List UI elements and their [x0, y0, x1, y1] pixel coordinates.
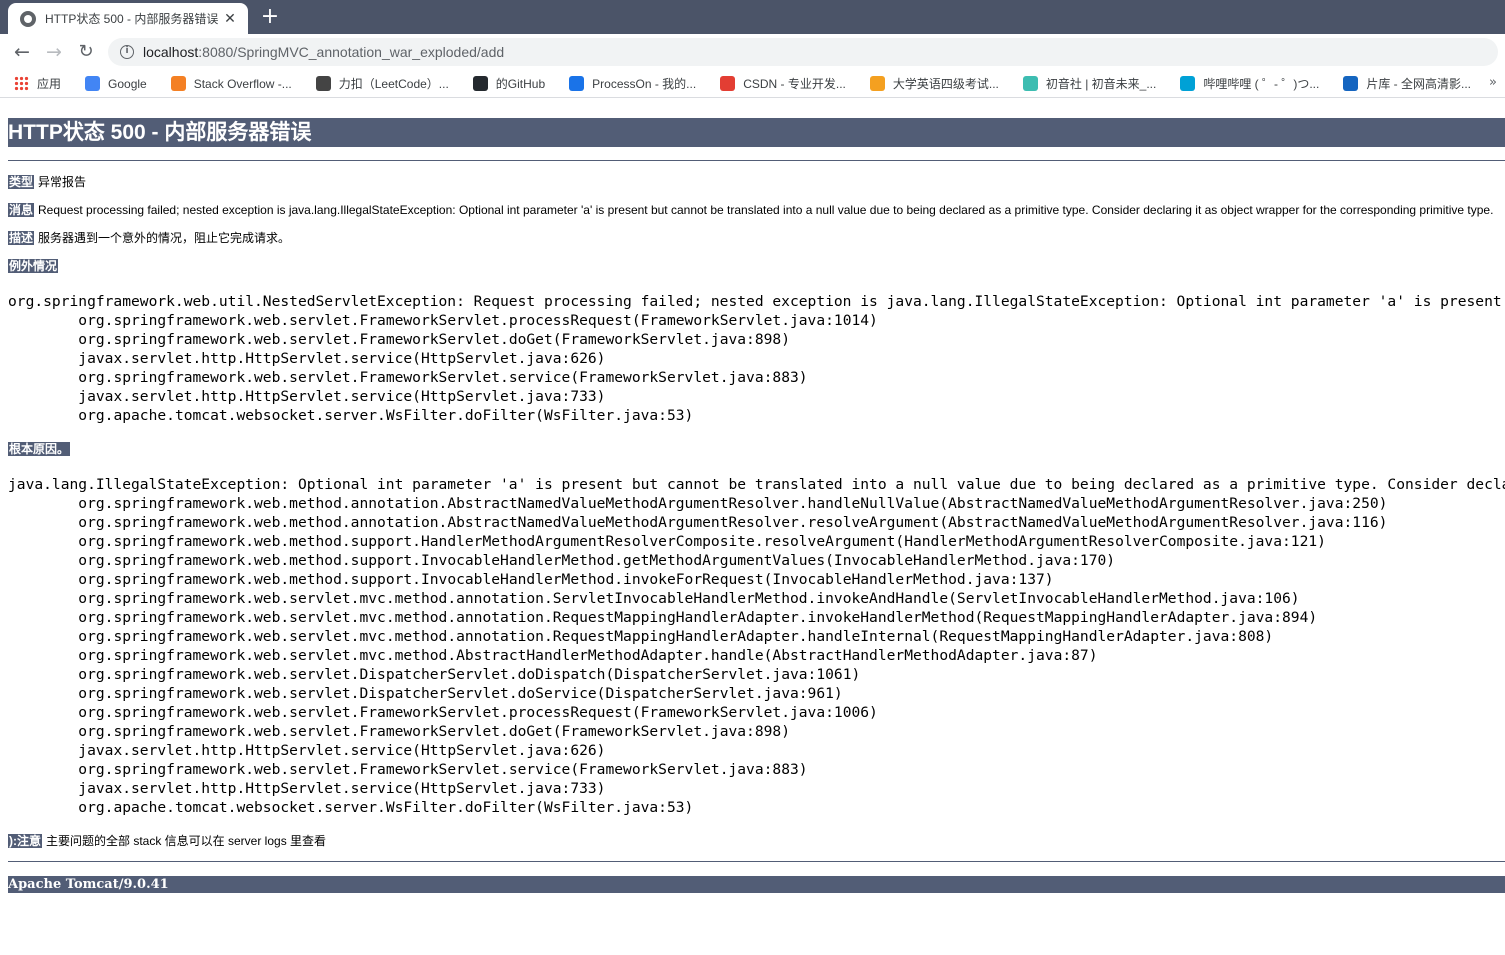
bookmark-item[interactable]: 力扣（LeetCode）...	[315, 75, 449, 92]
message-label: 消息	[8, 203, 35, 217]
globe-icon	[20, 10, 36, 27]
exception-stacktrace: org.springframework.web.util.NestedServl…	[8, 293, 1502, 424]
browser-toolbar: ← → ↻ i localhost:8080/SpringMVC_annotat…	[0, 34, 1505, 70]
bookmark-label: Google	[108, 76, 147, 91]
description-label: 描述	[8, 231, 35, 245]
tab-strip: HTTP状态 500 - 内部服务器错误 ✕ +	[0, 0, 1505, 34]
csdn-icon	[720, 76, 736, 91]
bookmark-label: 的GitHub	[495, 77, 546, 91]
type-value: 异常报告	[38, 175, 87, 189]
bookmark-label: 力扣（LeetCode）...	[338, 77, 449, 91]
back-arrow-icon[interactable]: ←	[8, 38, 36, 66]
server-footer: Apache Tomcat/9.0.41	[8, 876, 1505, 893]
root-cause-row: 根本原因。	[8, 441, 74, 457]
url-text[interactable]: localhost:8080/SpringMVC_annotation_war_…	[143, 44, 504, 60]
bookmark-item[interactable]: 片库 - 全网高清影...	[1343, 75, 1471, 92]
close-tab-icon[interactable]: ✕	[222, 11, 238, 27]
bookmark-item[interactable]: 哔哩哔哩 ( ゜- ゜)つ...	[1180, 75, 1319, 92]
cet-icon	[869, 76, 885, 91]
bookmark-label: 哔哩哔哩 ( ゜- ゜)つ...	[1203, 77, 1320, 91]
tab-title: HTTP状态 500 - 内部服务器错误	[45, 12, 219, 26]
bilibili-icon	[1180, 76, 1196, 91]
new-tab-button[interactable]: +	[258, 4, 282, 30]
description-value: 服务器遇到一个意外的情况，阻止它完成请求。	[38, 231, 291, 245]
bookmark-item[interactable]: 大学英语四级考试...	[869, 75, 999, 92]
stackoverflow-icon	[170, 76, 186, 91]
description-row: 描述 服务器遇到一个意外的情况，阻止它完成请求。	[8, 230, 290, 246]
address-bar[interactable]: i localhost:8080/SpringMVC_annotation_wa…	[108, 38, 1498, 66]
browser-tab-active[interactable]: HTTP状态 500 - 内部服务器错误 ✕	[8, 3, 248, 34]
bookmarks-bar: 应用 Google Stack Overflow -... 力扣（LeetCode）.…	[0, 70, 1505, 98]
processon-icon	[569, 76, 585, 91]
note-label: ):注意	[8, 834, 42, 848]
bookmark-item[interactable]: 的GitHub	[472, 75, 546, 92]
url-host: localhost	[143, 44, 199, 60]
chuyin-icon	[1022, 76, 1038, 91]
pianku-icon	[1343, 76, 1359, 91]
exception-row: 例外情况	[8, 258, 62, 274]
bookmark-label: Stack Overflow -...	[193, 76, 292, 91]
github-icon	[472, 76, 488, 91]
url-path: :8080/SpringMVC_annotation_war_exploded/…	[198, 44, 505, 60]
note-row: ):注意 主要问题的全部 stack 信息可以在 server logs 里查看	[8, 833, 326, 849]
bookmark-label: 片库 - 全网高清影...	[1366, 77, 1472, 91]
bookmark-label: 应用	[37, 77, 62, 91]
bookmarks-overflow-icon[interactable]: »	[1489, 75, 1497, 90]
root-cause-stacktrace: java.lang.IllegalStateException: Optiona…	[8, 476, 1505, 816]
message-value: Request processing failed; nested except…	[38, 203, 1494, 217]
bookmark-item[interactable]: Stack Overflow -...	[170, 76, 292, 91]
bookmark-item[interactable]: 应用	[14, 75, 61, 92]
apps-icon	[14, 76, 29, 91]
google-icon	[85, 76, 101, 91]
bookmark-item[interactable]: Google	[85, 76, 147, 91]
message-row: 消息 Request processing failed; nested exce…	[8, 202, 1493, 218]
bookmark-label: 初音社 | 初音未来_...	[1045, 77, 1157, 91]
error-page: HTTP状态 500 - 内部服务器错误 类型 异常报告 消息 Request pr…	[8, 98, 1505, 955]
forward-arrow-icon[interactable]: →	[40, 38, 68, 66]
divider	[8, 861, 1505, 862]
bookmark-item[interactable]: CSDN - 专业开发...	[720, 75, 846, 92]
bookmark-label: ProcessOn - 我的...	[592, 77, 697, 91]
note-value: 主要问题的全部 stack 信息可以在 server logs 里查看	[46, 834, 327, 848]
type-label: 类型	[8, 175, 35, 189]
bookmark-label: 大学英语四级考试...	[892, 77, 999, 91]
reload-icon[interactable]: ↻	[72, 38, 100, 66]
exception-label: 例外情况	[8, 259, 59, 273]
bookmark-item[interactable]: ProcessOn - 我的...	[569, 75, 696, 92]
root-cause-label: 根本原因。	[8, 442, 71, 456]
leetcode-icon	[315, 76, 331, 91]
type-row: 类型 异常报告	[8, 174, 86, 190]
bookmark-item[interactable]: 初音社 | 初音未来_...	[1022, 75, 1157, 92]
site-info-icon[interactable]: i	[120, 45, 134, 59]
bookmark-label: CSDN - 专业开发...	[743, 77, 846, 91]
divider	[8, 160, 1505, 161]
page-title: HTTP状态 500 - 内部服务器错误	[8, 118, 1505, 147]
